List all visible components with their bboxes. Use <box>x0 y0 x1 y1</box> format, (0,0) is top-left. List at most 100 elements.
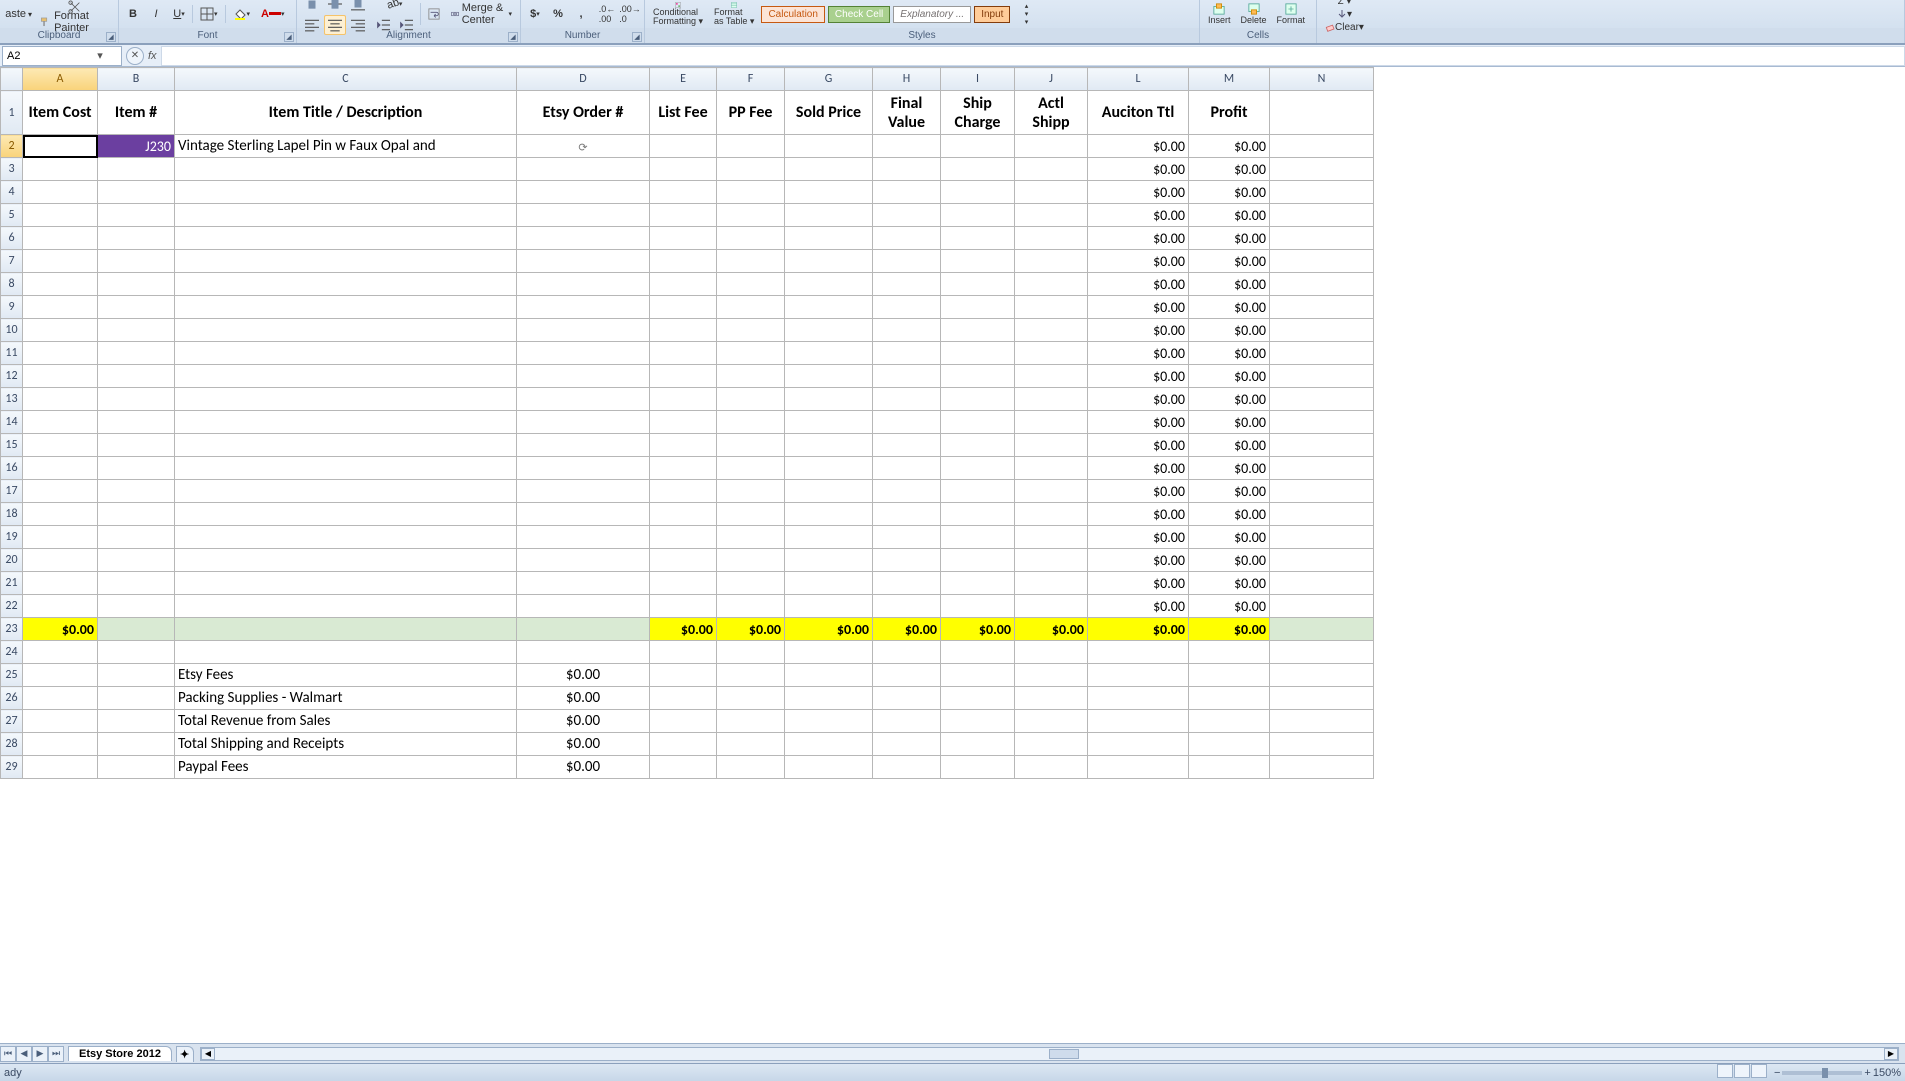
cell-M29[interactable] <box>1189 756 1270 779</box>
cell-J17[interactable] <box>1015 480 1088 503</box>
tab-first-button[interactable]: ⏮ <box>0 1046 16 1062</box>
cell-B25[interactable] <box>98 664 175 687</box>
cell-C8[interactable] <box>175 273 517 296</box>
cell-I20[interactable] <box>941 549 1015 572</box>
cell-H18[interactable] <box>873 503 941 526</box>
cell-A7[interactable] <box>23 250 98 273</box>
cell-I6[interactable] <box>941 227 1015 250</box>
tab-last-button[interactable]: ⏭ <box>48 1046 64 1062</box>
cell-I17[interactable] <box>941 480 1015 503</box>
cell-M23[interactable]: $0.00 <box>1189 618 1270 641</box>
cell-D18[interactable] <box>517 503 650 526</box>
cell-J20[interactable] <box>1015 549 1088 572</box>
cell-I9[interactable] <box>941 296 1015 319</box>
cell-G3[interactable] <box>785 158 873 181</box>
cell-I22[interactable] <box>941 595 1015 618</box>
cell-B29[interactable] <box>98 756 175 779</box>
cell-L6[interactable]: $0.00 <box>1088 227 1189 250</box>
cell-H21[interactable] <box>873 572 941 595</box>
underline-button[interactable]: U▾ <box>169 4 189 24</box>
cell-J23[interactable]: $0.00 <box>1015 618 1088 641</box>
row-header-19[interactable]: 19 <box>1 526 23 549</box>
row-header-18[interactable]: 18 <box>1 503 23 526</box>
cell-M4[interactable]: $0.00 <box>1189 181 1270 204</box>
cell-C25[interactable]: Etsy Fees <box>175 664 517 687</box>
col-header-H[interactable]: H <box>873 68 941 91</box>
cell-I2[interactable] <box>941 135 1015 158</box>
row-header-15[interactable]: 15 <box>1 434 23 457</box>
cell-E24[interactable] <box>650 641 717 664</box>
cell-N25[interactable] <box>1270 664 1374 687</box>
cell-D24[interactable] <box>517 641 650 664</box>
cell-H28[interactable] <box>873 733 941 756</box>
row-header-29[interactable]: 29 <box>1 756 23 779</box>
cell-F10[interactable] <box>717 319 785 342</box>
cell-D23[interactable] <box>517 618 650 641</box>
cell-J5[interactable] <box>1015 204 1088 227</box>
cell-G22[interactable] <box>785 595 873 618</box>
cell-L11[interactable]: $0.00 <box>1088 342 1189 365</box>
cell-N20[interactable] <box>1270 549 1374 572</box>
cell-D13[interactable] <box>517 388 650 411</box>
fill-color-button[interactable]: ▾ <box>229 4 255 24</box>
cell-A22[interactable] <box>23 595 98 618</box>
cell-B19[interactable] <box>98 526 175 549</box>
cell-J12[interactable] <box>1015 365 1088 388</box>
row-header-7[interactable]: 7 <box>1 250 23 273</box>
cell-A29[interactable] <box>23 756 98 779</box>
cell-N28[interactable] <box>1270 733 1374 756</box>
cell-H7[interactable] <box>873 250 941 273</box>
row-header-3[interactable]: 3 <box>1 158 23 181</box>
cell-C14[interactable] <box>175 411 517 434</box>
cell-I21[interactable] <box>941 572 1015 595</box>
cell-M8[interactable]: $0.00 <box>1189 273 1270 296</box>
cell-E2[interactable] <box>650 135 717 158</box>
col-header-J[interactable]: J <box>1015 68 1088 91</box>
cell-G20[interactable] <box>785 549 873 572</box>
cell-F28[interactable] <box>717 733 785 756</box>
cell-H17[interactable] <box>873 480 941 503</box>
cell-I8[interactable] <box>941 273 1015 296</box>
cell-H19[interactable] <box>873 526 941 549</box>
header-cell-I[interactable]: Ship Charge <box>941 91 1015 135</box>
cell-J8[interactable] <box>1015 273 1088 296</box>
cell-H2[interactable] <box>873 135 941 158</box>
cell-J10[interactable] <box>1015 319 1088 342</box>
header-cell-L[interactable]: Auciton Ttl <box>1088 91 1189 135</box>
formula-input[interactable] <box>161 46 1905 66</box>
cell-A24[interactable] <box>23 641 98 664</box>
cell-D9[interactable] <box>517 296 650 319</box>
cell-J22[interactable] <box>1015 595 1088 618</box>
cell-style-input[interactable]: Input <box>974 6 1010 23</box>
cell-L27[interactable] <box>1088 710 1189 733</box>
font-color-button[interactable]: A▾ <box>257 4 288 24</box>
cell-A28[interactable] <box>23 733 98 756</box>
cell-H23[interactable]: $0.00 <box>873 618 941 641</box>
font-launcher[interactable]: ◢ <box>284 32 294 42</box>
cell-L23[interactable]: $0.00 <box>1088 618 1189 641</box>
cell-B5[interactable] <box>98 204 175 227</box>
cell-I3[interactable] <box>941 158 1015 181</box>
cell-D7[interactable] <box>517 250 650 273</box>
cell-G11[interactable] <box>785 342 873 365</box>
cell-M11[interactable]: $0.00 <box>1189 342 1270 365</box>
cell-N16[interactable] <box>1270 457 1374 480</box>
row-header-8[interactable]: 8 <box>1 273 23 296</box>
header-cell-M[interactable]: Profit <box>1189 91 1270 135</box>
accounting-format-button[interactable]: $▾ <box>525 4 545 24</box>
cell-A13[interactable] <box>23 388 98 411</box>
cell-H5[interactable] <box>873 204 941 227</box>
cell-L18[interactable]: $0.00 <box>1088 503 1189 526</box>
cell-C9[interactable] <box>175 296 517 319</box>
row-header-14[interactable]: 14 <box>1 411 23 434</box>
row-header-22[interactable]: 22 <box>1 595 23 618</box>
cell-N18[interactable] <box>1270 503 1374 526</box>
cell-H27[interactable] <box>873 710 941 733</box>
cell-A2[interactable] <box>23 135 98 158</box>
cell-H4[interactable] <box>873 181 941 204</box>
header-cell-N[interactable] <box>1270 91 1374 135</box>
header-cell-B[interactable]: Item # <box>98 91 175 135</box>
cell-M15[interactable]: $0.00 <box>1189 434 1270 457</box>
cell-M18[interactable]: $0.00 <box>1189 503 1270 526</box>
cell-D2[interactable]: ⟳ <box>517 135 650 158</box>
